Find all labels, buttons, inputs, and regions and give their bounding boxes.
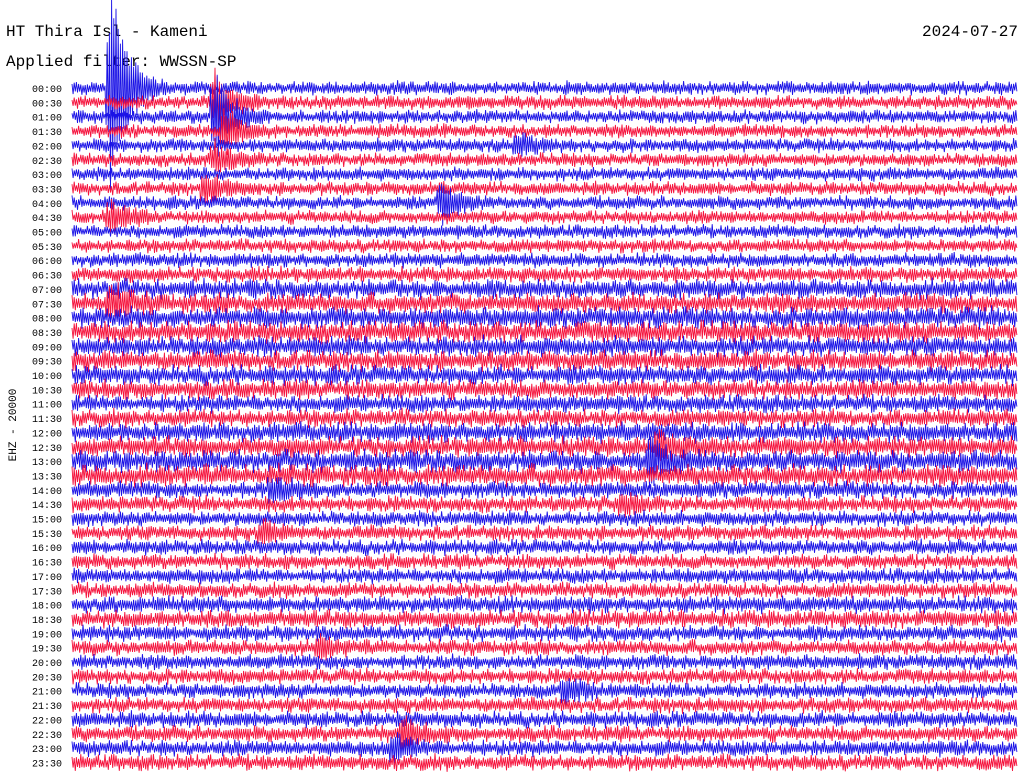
row-label: 03:00 [32, 171, 62, 182]
trace-row [71, 223, 1018, 240]
row-label: 05:30 [32, 243, 62, 254]
row-label: 01:30 [32, 128, 62, 139]
row-label: 02:00 [32, 142, 62, 153]
filter-label: Applied filter: WWSSN-SP [6, 53, 236, 71]
row-label: 04:30 [32, 214, 62, 225]
row-label: 22:30 [32, 731, 62, 742]
row-label: 11:00 [32, 401, 62, 412]
row-label: 03:30 [32, 185, 62, 196]
station-title: HT Thira Isl - Kameni [6, 23, 208, 41]
trace-row [71, 265, 1018, 284]
row-label: 06:30 [32, 272, 62, 283]
helicorder-chart: HT Thira Isl - Kameni 2024-07-27 Applied… [6, 0, 1018, 772]
row-label: 13:00 [32, 458, 62, 469]
row-label: 23:00 [32, 745, 62, 756]
row-label: 12:30 [32, 444, 62, 455]
row-label: 17:00 [32, 573, 62, 584]
date-label: 2024-07-27 [922, 23, 1018, 41]
row-label: 07:30 [32, 300, 62, 311]
trace-row [71, 567, 1018, 585]
trace-row [71, 624, 1018, 643]
row-label: 21:00 [32, 688, 62, 699]
trace-row [71, 581, 1018, 600]
row-label: 14:30 [32, 501, 62, 512]
row-label: 10:30 [32, 386, 62, 397]
row-label: 00:00 [32, 85, 62, 96]
trace-row [71, 696, 1018, 714]
trace-row [71, 238, 1018, 254]
row-label: 16:00 [32, 544, 62, 555]
row-label: 21:30 [32, 702, 62, 713]
row-label: 14:00 [32, 487, 62, 498]
row-label: 19:00 [32, 630, 62, 641]
channel-label: EHZ - 20000 [8, 389, 20, 462]
row-label: 01:00 [32, 114, 62, 125]
trace-row [71, 492, 1018, 518]
trace-row [71, 710, 1018, 729]
trace-row [71, 667, 1018, 686]
trace-group [71, 0, 1018, 772]
row-label: 08:30 [32, 329, 62, 340]
row-label: 09:30 [32, 358, 62, 369]
row-label: 19:30 [32, 645, 62, 656]
trace-row [71, 166, 1018, 182]
row-label: 13:30 [32, 472, 62, 483]
row-label: 02:30 [32, 157, 62, 168]
row-label: 17:30 [32, 587, 62, 598]
row-label: 16:30 [32, 559, 62, 570]
row-label-group: 00:00 00:30 01:00 01:30 02:00 02:30 03:00 03:30… [32, 85, 62, 770]
row-label: 06:00 [32, 257, 62, 268]
row-label: 23:30 [32, 759, 62, 770]
row-label: 04:00 [32, 200, 62, 211]
row-label: 08:00 [32, 315, 62, 326]
trace-row [71, 552, 1018, 571]
trace-row [71, 538, 1018, 556]
row-label: 07:00 [32, 286, 62, 297]
row-label: 12:00 [32, 429, 62, 440]
trace-row [71, 595, 1018, 615]
row-label: 10:00 [32, 372, 62, 383]
row-label: 18:30 [32, 616, 62, 627]
trace-row [71, 653, 1018, 671]
row-label: 15:30 [32, 530, 62, 541]
row-label: 05:00 [32, 229, 62, 240]
trace-row [71, 251, 1018, 269]
row-label: 15:00 [32, 516, 62, 527]
trace-row [71, 753, 1018, 772]
row-label: 20:00 [32, 659, 62, 670]
trace-row [71, 509, 1018, 528]
row-label: 20:30 [32, 673, 62, 684]
row-label: 18:00 [32, 602, 62, 613]
row-label: 22:00 [32, 716, 62, 727]
trace-row [71, 608, 1018, 630]
row-label: 00:30 [32, 99, 62, 110]
row-label: 09:00 [32, 343, 62, 354]
row-label: 11:30 [32, 415, 62, 426]
